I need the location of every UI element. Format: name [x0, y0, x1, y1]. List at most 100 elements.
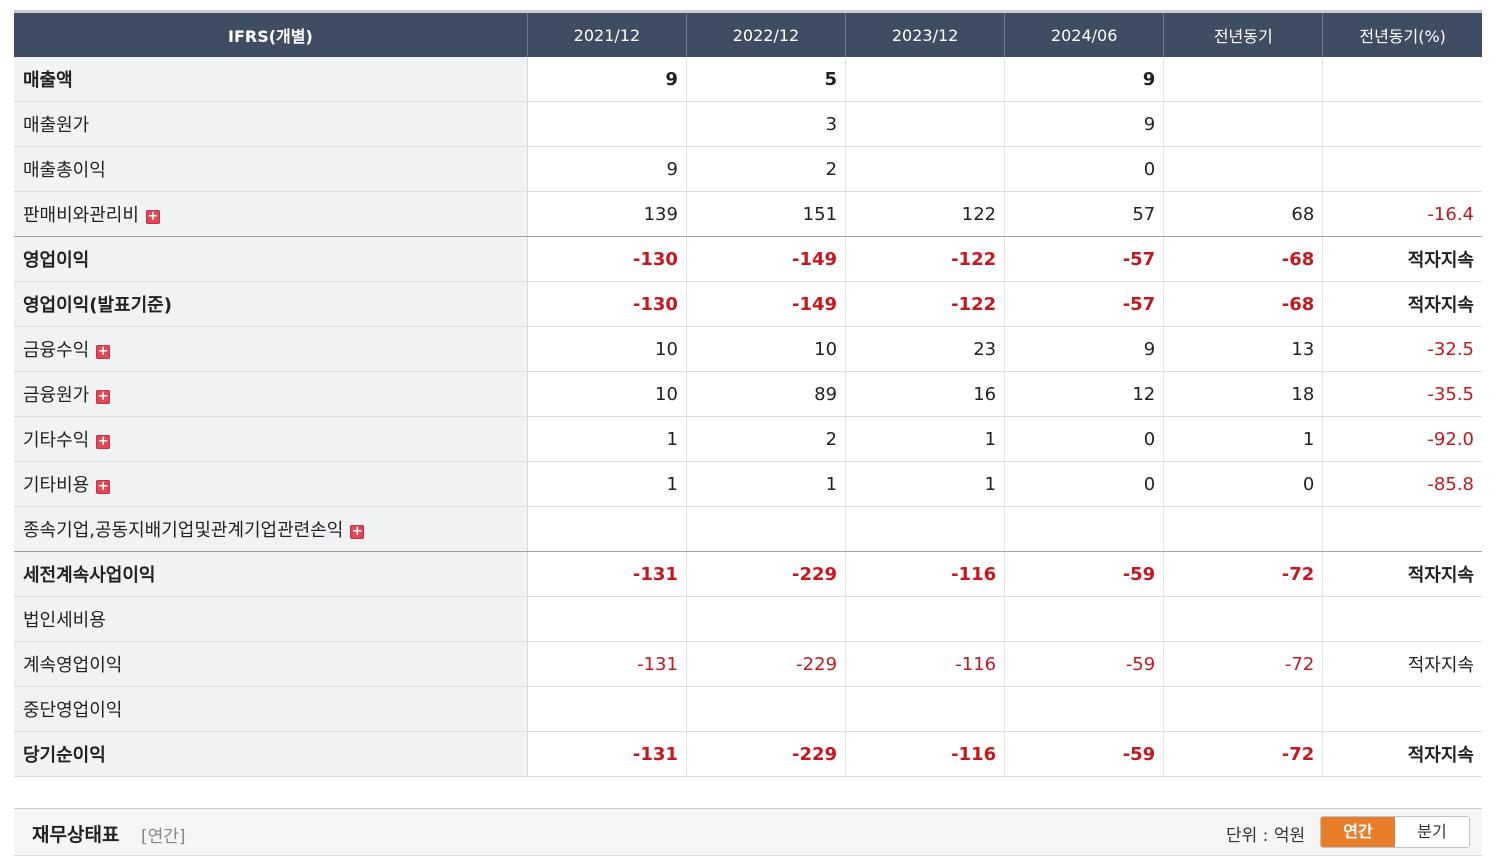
table-row: 세전계속사업이익 -131 -229 -116 -59 -72 적자지속 [14, 551, 1482, 597]
row-label-cell: 매출원가 [14, 101, 528, 147]
value-cell [527, 596, 687, 642]
value-cell: 89 [686, 371, 847, 417]
value-cell: 0 [1004, 461, 1165, 507]
value-cell: 5 [686, 57, 847, 102]
section-title: 재무상태표 [32, 824, 120, 846]
row-label-cell: 금융원가 + [14, 371, 528, 417]
row-label-cell: 금융수익 + [14, 326, 528, 372]
plus-expand-icon[interactable]: + [96, 435, 111, 449]
value-cell: 적자지속 [1322, 731, 1482, 777]
plus-expand-icon[interactable]: + [350, 525, 365, 539]
row-label-cell: 기타수익 + [14, 416, 528, 462]
value-cell: 9 [527, 146, 687, 192]
plus-expand-icon[interactable]: + [96, 345, 111, 359]
row-label-cell: 영업이익(발표기준) [14, 281, 528, 327]
value-cell: -116 [845, 551, 1006, 597]
value-cell [1004, 596, 1165, 642]
value-cell: -68 [1163, 281, 1324, 327]
value-cell: 9 [1004, 101, 1165, 147]
row-label: 계속영업이익 [23, 655, 123, 676]
plus-expand-icon[interactable]: + [145, 210, 160, 224]
table-row: 영업이익(발표기준) -130 -149 -122 -57 -68 적자지속 [14, 281, 1482, 327]
value-cell: -131 [527, 551, 687, 597]
value-cell [1322, 596, 1482, 642]
value-cell: -122 [845, 236, 1006, 282]
row-label: 매출원가 [23, 115, 90, 136]
row-label-cell: 판매비와관리비 + [14, 191, 528, 237]
value-cell: 적자지속 [1322, 281, 1482, 327]
value-cell [1163, 506, 1324, 552]
row-label: 당기순이익 [23, 745, 106, 766]
row-label: 영업이익 [23, 250, 90, 271]
header-2023-12: 2023/12 [845, 13, 1006, 57]
value-cell: -72 [1163, 641, 1324, 687]
value-cell: -130 [527, 281, 687, 327]
row-label-cell: 법인세비용 [14, 596, 528, 642]
value-cell: -229 [686, 551, 847, 597]
row-label: 중단영업이익 [23, 700, 123, 721]
value-cell: 1 [1163, 416, 1324, 462]
value-cell [686, 506, 847, 552]
value-cell: -59 [1004, 731, 1165, 777]
table-header-row: IFRS(개별) 2021/12 2022/12 2023/12 2024/06… [14, 13, 1482, 57]
row-label-cell: 당기순이익 [14, 731, 528, 777]
value-cell [845, 686, 1006, 732]
value-cell: 18 [1163, 371, 1324, 417]
quarterly-button[interactable]: 분기 [1395, 817, 1469, 847]
value-cell: 122 [845, 191, 1006, 237]
value-cell: 0 [1004, 146, 1165, 192]
table-row: 금융원가 +10 89 16 12 18 -35.5 [14, 371, 1482, 417]
value-cell: -229 [686, 731, 847, 777]
value-cell: -57 [1004, 236, 1165, 282]
header-2024-06: 2024/06 [1004, 13, 1165, 57]
plus-expand-icon[interactable]: + [96, 390, 111, 404]
value-cell [1322, 57, 1482, 102]
row-label-cell: 매출액 [14, 57, 528, 102]
value-cell [1163, 686, 1324, 732]
value-cell [1163, 146, 1324, 192]
value-cell: 적자지속 [1322, 236, 1482, 282]
value-cell [845, 596, 1006, 642]
plus-expand-icon[interactable]: + [96, 480, 111, 494]
table-row: 영업이익 -130 -149 -122 -57 -68 적자지속 [14, 236, 1482, 282]
row-label: 기타수익 [23, 430, 90, 451]
value-cell [1163, 101, 1324, 147]
value-cell: 9 [527, 57, 687, 102]
value-cell: 151 [686, 191, 847, 237]
value-cell: -72 [1163, 731, 1324, 777]
value-cell [845, 57, 1006, 102]
header-yoy-pct: 전년동기(%) [1322, 13, 1482, 57]
table-row: 금융수익 +10 10 23 9 13 -32.5 [14, 326, 1482, 372]
row-label-cell: 계속영업이익 [14, 641, 528, 687]
value-cell: -149 [686, 281, 847, 327]
value-cell: -131 [527, 641, 687, 687]
table-row: 종속기업,공동지배기업및관계기업관련손익 + [14, 506, 1482, 552]
value-cell: -131 [527, 731, 687, 777]
annual-button[interactable]: 연간 [1321, 817, 1395, 847]
value-cell: 23 [845, 326, 1006, 372]
value-cell [1004, 686, 1165, 732]
value-cell [845, 146, 1006, 192]
value-cell: 13 [1163, 326, 1324, 372]
value-cell [686, 686, 847, 732]
value-cell: 57 [1004, 191, 1165, 237]
value-cell [845, 101, 1006, 147]
unit-label: 단위 : 억원 [1226, 826, 1306, 846]
table-row: 계속영업이익 -131 -229 -116 -59 -72 적자지속 [14, 641, 1482, 687]
value-cell [527, 101, 687, 147]
value-cell: 9 [1004, 57, 1165, 102]
table-row: 기타수익 +1 2 1 0 1 -92.0 [14, 416, 1482, 462]
row-label: 영업이익(발표기준) [23, 295, 172, 316]
value-cell: -92.0 [1322, 416, 1482, 462]
value-cell: -16.4 [1322, 191, 1482, 237]
row-label-cell: 영업이익 [14, 236, 528, 282]
value-cell: 1 [845, 416, 1006, 462]
row-label-cell: 매출총이익 [14, 146, 528, 192]
value-cell: 9 [1004, 326, 1165, 372]
row-label-cell: 종속기업,공동지배기업및관계기업관련손익 + [14, 506, 528, 552]
row-label: 매출총이익 [23, 160, 106, 181]
value-cell: 1 [686, 461, 847, 507]
value-cell: 적자지속 [1322, 551, 1482, 597]
value-cell: 1 [845, 461, 1006, 507]
table-row: 판매비와관리비 +139 151 122 57 68 -16.4 [14, 191, 1482, 237]
